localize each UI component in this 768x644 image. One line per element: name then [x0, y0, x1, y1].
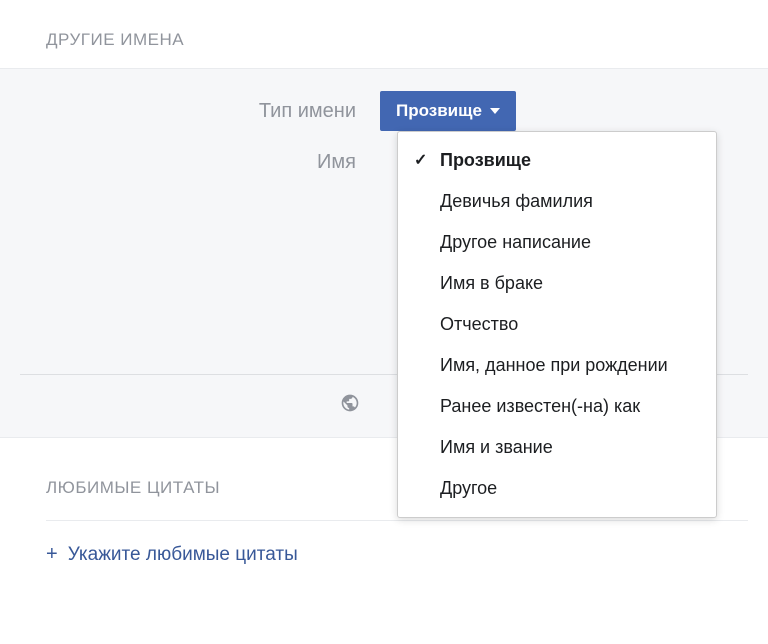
name-label: Имя — [0, 151, 380, 174]
caret-down-icon — [490, 108, 500, 114]
name-type-row: Тип имени Прозвище — [0, 91, 768, 131]
dropdown-selected-label: Прозвище — [396, 101, 482, 121]
name-type-dropdown-button[interactable]: Прозвище — [380, 91, 516, 131]
dropdown-item-alternate-spelling[interactable]: Другое написание — [398, 222, 716, 263]
name-type-dropdown-menu: Прозвище Девичья фамилия Другое написани… — [397, 131, 717, 518]
dropdown-item-birth-name[interactable]: Имя, данное при рождении — [398, 345, 716, 386]
name-type-label: Тип имени — [0, 100, 380, 123]
dropdown-item-fathers-name[interactable]: Отчество — [398, 304, 716, 345]
dropdown-item-maiden-name[interactable]: Девичья фамилия — [398, 181, 716, 222]
dropdown-item-other[interactable]: Другое — [398, 468, 716, 509]
plus-icon: + — [46, 543, 58, 566]
add-quote-link[interactable]: + Укажите любимые цитаты — [46, 521, 298, 588]
other-names-form-panel: Тип имени Прозвище Имя Прозвище Девичья … — [0, 68, 768, 438]
other-names-header: ДРУГИЕ ИМЕНА — [0, 0, 768, 68]
dropdown-item-married-name[interactable]: Имя в браке — [398, 263, 716, 304]
dropdown-item-former-name[interactable]: Ранее известен(-на) как — [398, 386, 716, 427]
dropdown-item-nickname[interactable]: Прозвище — [398, 140, 716, 181]
globe-icon[interactable] — [340, 393, 360, 419]
add-quote-label: Укажите любимые цитаты — [68, 544, 298, 566]
dropdown-item-name-with-title[interactable]: Имя и звание — [398, 427, 716, 468]
